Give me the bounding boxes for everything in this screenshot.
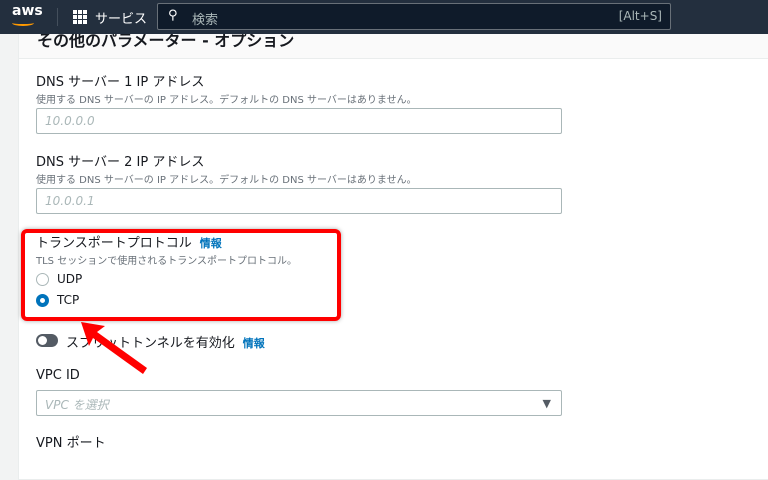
highlight-box: [21, 229, 341, 321]
split-tunnel-info-link[interactable]: 情報: [243, 337, 265, 350]
dns1-input[interactable]: 10.0.0.0: [36, 108, 562, 134]
vpn-port-label: VPN ポート: [36, 436, 106, 451]
vpc-select[interactable]: VPC を選択 ▼: [36, 390, 562, 416]
caret-down-icon: ▼: [542, 397, 551, 410]
search-input[interactable]: ⚲ 検索 [Alt+S]: [157, 3, 671, 30]
dns2-description: 使用する DNS サーバーの IP アドレス。デフォルトの DNS サーバーはあ…: [36, 175, 417, 186]
aws-smile-icon: [12, 20, 34, 26]
arrow-icon: [81, 322, 147, 374]
divider: [57, 8, 58, 26]
search-placeholder: 検索: [192, 13, 219, 28]
search-shortcut: [Alt+S]: [618, 9, 662, 23]
search-icon: ⚲: [168, 8, 178, 23]
dns2-label: DNS サーバー 2 IP アドレス: [36, 155, 205, 170]
split-tunnel-toggle[interactable]: [36, 334, 58, 347]
grid-icon[interactable]: [73, 10, 87, 24]
dns1-label: DNS サーバー 1 IP アドレス: [36, 75, 205, 90]
dns1-description: 使用する DNS サーバーの IP アドレス。デフォルトの DNS サーバーはあ…: [36, 95, 417, 106]
dns2-input[interactable]: 10.0.0.1: [36, 188, 562, 214]
vpc-label: VPC ID: [36, 368, 80, 383]
aws-logo[interactable]: aws: [12, 4, 43, 18]
services-menu[interactable]: サービス: [95, 8, 147, 27]
vpc-placeholder: VPC を選択: [45, 398, 109, 412]
top-nav: aws サービス ⚲ 検索 [Alt+S]: [0, 0, 768, 34]
